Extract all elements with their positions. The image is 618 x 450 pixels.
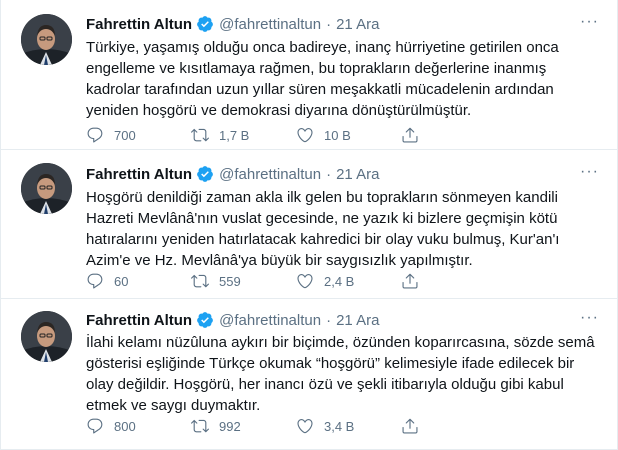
tweet-timestamp[interactable]: 21 Ara: [336, 312, 379, 329]
avatar[interactable]: [21, 14, 72, 65]
tweet-timestamp[interactable]: 21 Ara: [336, 16, 379, 33]
retweet-icon: [191, 419, 209, 433]
verified-icon: [196, 15, 214, 33]
more-icon[interactable]: ···: [580, 13, 599, 31]
tweet-header: Fahrettin Altun @fahrettinaltun · 21 Ara: [86, 164, 379, 184]
retweet-button[interactable]: 559: [191, 272, 296, 290]
share-icon: [402, 418, 418, 434]
author-name[interactable]: Fahrettin Altun: [86, 16, 192, 33]
like-icon: [297, 274, 313, 289]
more-icon[interactable]: ···: [580, 163, 599, 181]
like-count: 3,4 B: [324, 418, 355, 434]
reply-button[interactable]: 60: [86, 272, 191, 290]
retweet-button[interactable]: 1,7 B: [191, 126, 296, 144]
tweet[interactable]: Fahrettin Altun @fahrettinaltun · 21 Ara…: [1, 299, 618, 450]
timeline: Fahrettin Altun @fahrettinaltun · 21 Ara…: [0, 0, 618, 450]
retweet-count: 559: [219, 273, 241, 289]
tweet-header: Fahrettin Altun @fahrettinaltun · 21 Ara: [86, 14, 379, 34]
reply-icon: [87, 418, 103, 434]
tweet-header: Fahrettin Altun @fahrettinaltun · 21 Ara: [86, 310, 379, 330]
retweet-icon: [191, 128, 209, 142]
share-icon: [402, 127, 418, 143]
like-icon: [297, 419, 313, 434]
reply-count: 800: [114, 418, 136, 434]
reply-count: 700: [114, 127, 136, 143]
author-handle[interactable]: @fahrettinaltun: [219, 312, 321, 329]
reply-button[interactable]: 800: [86, 417, 191, 435]
like-count: 10 B: [324, 127, 351, 143]
reply-button[interactable]: 700: [86, 126, 191, 144]
like-icon: [297, 128, 313, 143]
share-icon: [402, 273, 418, 289]
retweet-count: 1,7 B: [219, 127, 250, 143]
more-icon[interactable]: ···: [580, 309, 599, 327]
reply-count: 60: [114, 273, 129, 289]
separator-dot: ·: [326, 165, 332, 183]
like-button[interactable]: 10 B: [296, 126, 401, 144]
retweet-count: 992: [219, 418, 241, 434]
tweet[interactable]: Fahrettin Altun @fahrettinaltun · 21 Ara…: [1, 150, 618, 299]
avatar[interactable]: [21, 311, 72, 362]
tweet-actions: 60 559 2,4 B: [86, 272, 506, 290]
separator-dot: ·: [326, 15, 332, 33]
avatar[interactable]: [21, 163, 72, 214]
tweet-actions: 700 1,7 B 10 B: [86, 126, 506, 144]
reply-icon: [87, 273, 103, 289]
verified-icon: [196, 311, 214, 329]
separator-dot: ·: [326, 311, 332, 329]
tweet-text: Türkiye, yaşamış olduğu onca badireye, i…: [86, 39, 559, 119]
tweet-actions: 800 992 3,4 B: [86, 417, 506, 435]
verified-icon: [196, 165, 214, 183]
author-handle[interactable]: @fahrettinaltun: [219, 16, 321, 33]
like-button[interactable]: 2,4 B: [296, 272, 401, 290]
tweet-text: Hoşgörü denildiği zaman akla ilk gelen b…: [86, 189, 560, 269]
author-name[interactable]: Fahrettin Altun: [86, 312, 192, 329]
share-button[interactable]: [401, 272, 429, 290]
tweet-text: İlahi kelamı nüzûluna aykırı bir biçimde…: [86, 334, 595, 414]
retweet-button[interactable]: 992: [191, 417, 296, 435]
author-handle[interactable]: @fahrettinaltun: [219, 166, 321, 183]
like-button[interactable]: 3,4 B: [296, 417, 401, 435]
reply-icon: [87, 127, 103, 143]
tweet[interactable]: Fahrettin Altun @fahrettinaltun · 21 Ara…: [1, 0, 618, 150]
author-name[interactable]: Fahrettin Altun: [86, 166, 192, 183]
tweet-timestamp[interactable]: 21 Ara: [336, 166, 379, 183]
retweet-icon: [191, 274, 209, 288]
share-button[interactable]: [401, 126, 429, 144]
like-count: 2,4 B: [324, 273, 355, 289]
share-button[interactable]: [401, 417, 429, 435]
